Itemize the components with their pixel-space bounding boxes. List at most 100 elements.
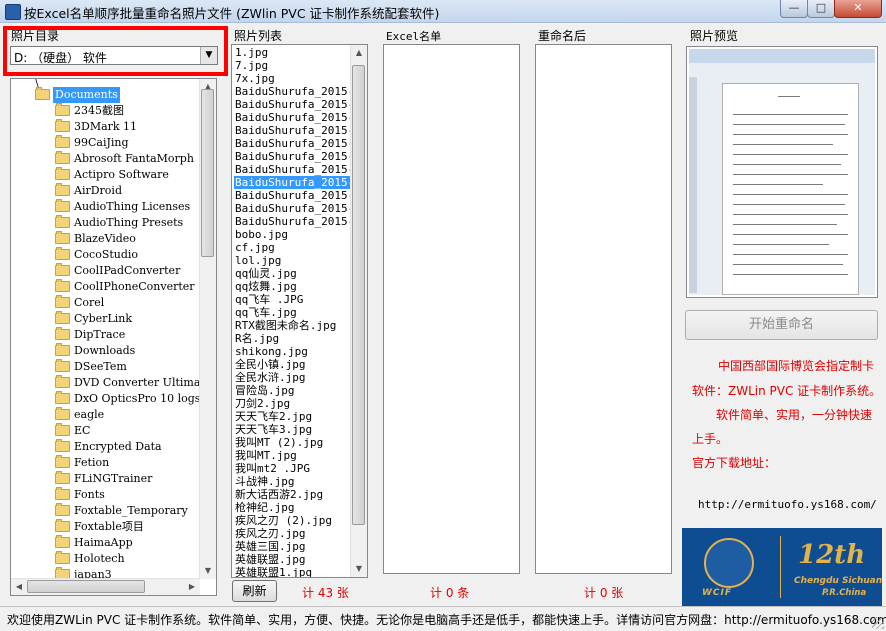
folder-icon <box>55 135 70 148</box>
excel-list[interactable] <box>383 44 520 574</box>
scroll-thumb[interactable] <box>27 580 145 593</box>
list-item[interactable]: qq炫舞.jpg <box>235 280 297 293</box>
folder-icon <box>55 503 70 516</box>
list-item[interactable]: bobo.jpg <box>235 228 288 241</box>
list-item[interactable]: 7.jpg <box>235 59 268 72</box>
photo-count: 计 43 张 <box>302 586 349 600</box>
list-item[interactable]: 刀剑2.jpg <box>235 397 290 410</box>
list-item[interactable]: 英雄三国.jpg <box>235 540 306 553</box>
resize-grip-icon[interactable] <box>872 617 884 629</box>
list-item[interactable]: BaiduShurufa_2015-6 <box>235 124 361 137</box>
folder-icon <box>55 279 70 292</box>
folder-icon <box>55 231 70 244</box>
folder-tree[interactable]: \ Documents 2345截图 3DMark 11 99CaiJing Abro… <box>10 78 217 596</box>
list-item[interactable]: BaiduShurufa_2015-6 <box>235 163 361 176</box>
scroll-down-icon[interactable]: ▼ <box>351 561 367 577</box>
start-rename-button[interactable]: 开始重命名 <box>685 310 878 340</box>
list-item[interactable]: BaiduShurufa_2015-6 <box>235 202 361 215</box>
tree-item-label: AudioThing Presets <box>74 216 184 229</box>
list-item[interactable]: 冒险岛.jpg <box>235 384 295 397</box>
scroll-up-icon[interactable]: ▲ <box>351 45 367 61</box>
tree-item-label: AirDroid <box>74 184 122 197</box>
folder-icon <box>55 535 70 548</box>
excel-count: 计 0 条 <box>430 586 470 600</box>
app-icon <box>5 4 21 20</box>
list-item[interactable]: qq飞车.jpg <box>235 306 297 319</box>
rename-list-label: 重命名后 <box>538 29 587 43</box>
list-item[interactable]: 英雄联盟.jpg <box>235 553 306 566</box>
tree-item-label: 99CaiJing <box>74 136 129 149</box>
list-item[interactable]: BaiduShurufa_2015-6 <box>234 176 361 189</box>
list-item[interactable]: cf.jpg <box>235 241 275 254</box>
tree-horizontal-scrollbar[interactable]: ◀ ▶ <box>11 578 200 595</box>
rename-list[interactable] <box>535 44 672 574</box>
expo-logo-icon <box>704 538 754 588</box>
folder-icon <box>55 215 70 228</box>
info-line-2: 软件：ZWLin PVC 证卡制作系统。 <box>692 384 882 398</box>
list-item[interactable]: RTX截图未命名.jpg <box>235 319 336 332</box>
list-item[interactable]: BaiduShurufa_2015-6 <box>235 189 361 202</box>
folder-icon <box>55 247 70 260</box>
folder-icon <box>55 295 70 308</box>
folder-icon <box>55 311 70 324</box>
tree-vertical-scrollbar[interactable]: ▲ ▼ <box>199 79 216 579</box>
list-item[interactable]: 疾风之刃 (2).jpg <box>235 514 332 527</box>
info-line-3: 软件简单、实用，一分钟快速 <box>716 408 873 422</box>
list-item[interactable]: 天天飞车2.jpg <box>235 410 312 423</box>
list-item[interactable]: BaiduShurufa_2015-6 <box>235 150 361 163</box>
list-item[interactable]: 全民小镇.jpg <box>235 358 306 371</box>
list-item[interactable]: 疾风之刃.jpg <box>235 527 306 540</box>
folder-icon <box>55 471 70 484</box>
list-item[interactable]: shikong.jpg <box>235 345 308 358</box>
folder-icon <box>55 263 70 276</box>
list-item[interactable]: 我叫mt2 .JPG <box>235 462 310 475</box>
list-item[interactable]: BaiduShurufa_2015-6 <box>235 85 361 98</box>
folder-icon <box>55 391 70 404</box>
tree-item-label: DxO OpticsPro 10 logs <box>74 392 201 405</box>
folder-icon <box>55 167 70 180</box>
photo-list[interactable]: 1.jpg 7.jpg 7x.jpg BaiduShurufa_2015-6 Baidu… <box>231 44 368 578</box>
list-item[interactable]: 1.jpg <box>235 46 268 59</box>
list-item[interactable]: 7x.jpg <box>235 72 275 85</box>
scroll-thumb[interactable] <box>352 65 365 525</box>
banner-country: P.R.China <box>822 588 867 598</box>
download-url[interactable]: http://ermituofo.ys168.com/ <box>698 497 877 513</box>
list-item[interactable]: qq仙灵.jpg <box>235 267 297 280</box>
close-button[interactable]: ✕ <box>834 0 882 18</box>
tree-item-label: FLiNGTrainer <box>74 472 153 485</box>
list-item[interactable]: 英雄联盟1.jpg <box>235 566 312 577</box>
tree-item-label: Holotech <box>74 552 125 565</box>
tree-item-label: Abrosoft FantaMorph <box>74 152 194 165</box>
folder-icon <box>55 119 70 132</box>
list-item[interactable]: lol.jpg <box>235 254 281 267</box>
list-item[interactable]: BaiduShurufa_2015-6 <box>235 98 361 111</box>
list-item[interactable]: BaiduShurufa_2015-6 <box>235 111 361 124</box>
banner-edition: 12th <box>798 540 866 570</box>
maximize-button[interactable]: □ <box>807 0 835 18</box>
list-item[interactable]: qq飞车 .JPG <box>235 293 303 306</box>
info-line-5: 官方下载地址： <box>692 456 777 470</box>
scroll-down-icon[interactable]: ▼ <box>200 563 216 579</box>
refresh-button[interactable]: 刷新 <box>232 580 277 602</box>
folder-icon <box>55 151 70 164</box>
list-item[interactable]: 斗战神.jpg <box>235 475 295 488</box>
scroll-left-icon[interactable]: ◀ <box>11 579 27 595</box>
scroll-right-icon[interactable]: ▶ <box>184 579 200 595</box>
status-text: 欢迎使用ZWLin PVC 证卡制作系统。软件简单、实用，方便、快捷。无论你是电… <box>7 613 886 627</box>
list-item[interactable]: 我叫MT (2).jpg <box>235 436 323 449</box>
list-item[interactable]: 全民水浒.jpg <box>235 371 306 384</box>
folder-icon <box>55 439 70 452</box>
list-item[interactable]: 我叫MT.jpg <box>235 449 297 462</box>
list-item[interactable]: BaiduShurufa_2015-7 <box>235 215 361 228</box>
tree-item-label: 3DMark 11 <box>74 120 138 133</box>
list-item[interactable]: 新大话西游2.jpg <box>235 488 323 501</box>
list-item[interactable]: BaiduShurufa_2015-6 <box>235 137 361 150</box>
list-item[interactable]: R名.jpg <box>235 332 279 345</box>
tree-item-label: HaimaApp <box>74 536 133 549</box>
list-item[interactable]: 枪神纪.jpg <box>235 501 295 514</box>
list-item[interactable]: 天天飞车3.jpg <box>235 423 312 436</box>
scroll-thumb[interactable] <box>201 89 214 257</box>
minimize-button[interactable]: — <box>780 0 808 18</box>
tree-item-label: DSeeTem <box>74 360 127 373</box>
photo-list-scrollbar[interactable]: ▲ ▼ <box>350 45 367 577</box>
